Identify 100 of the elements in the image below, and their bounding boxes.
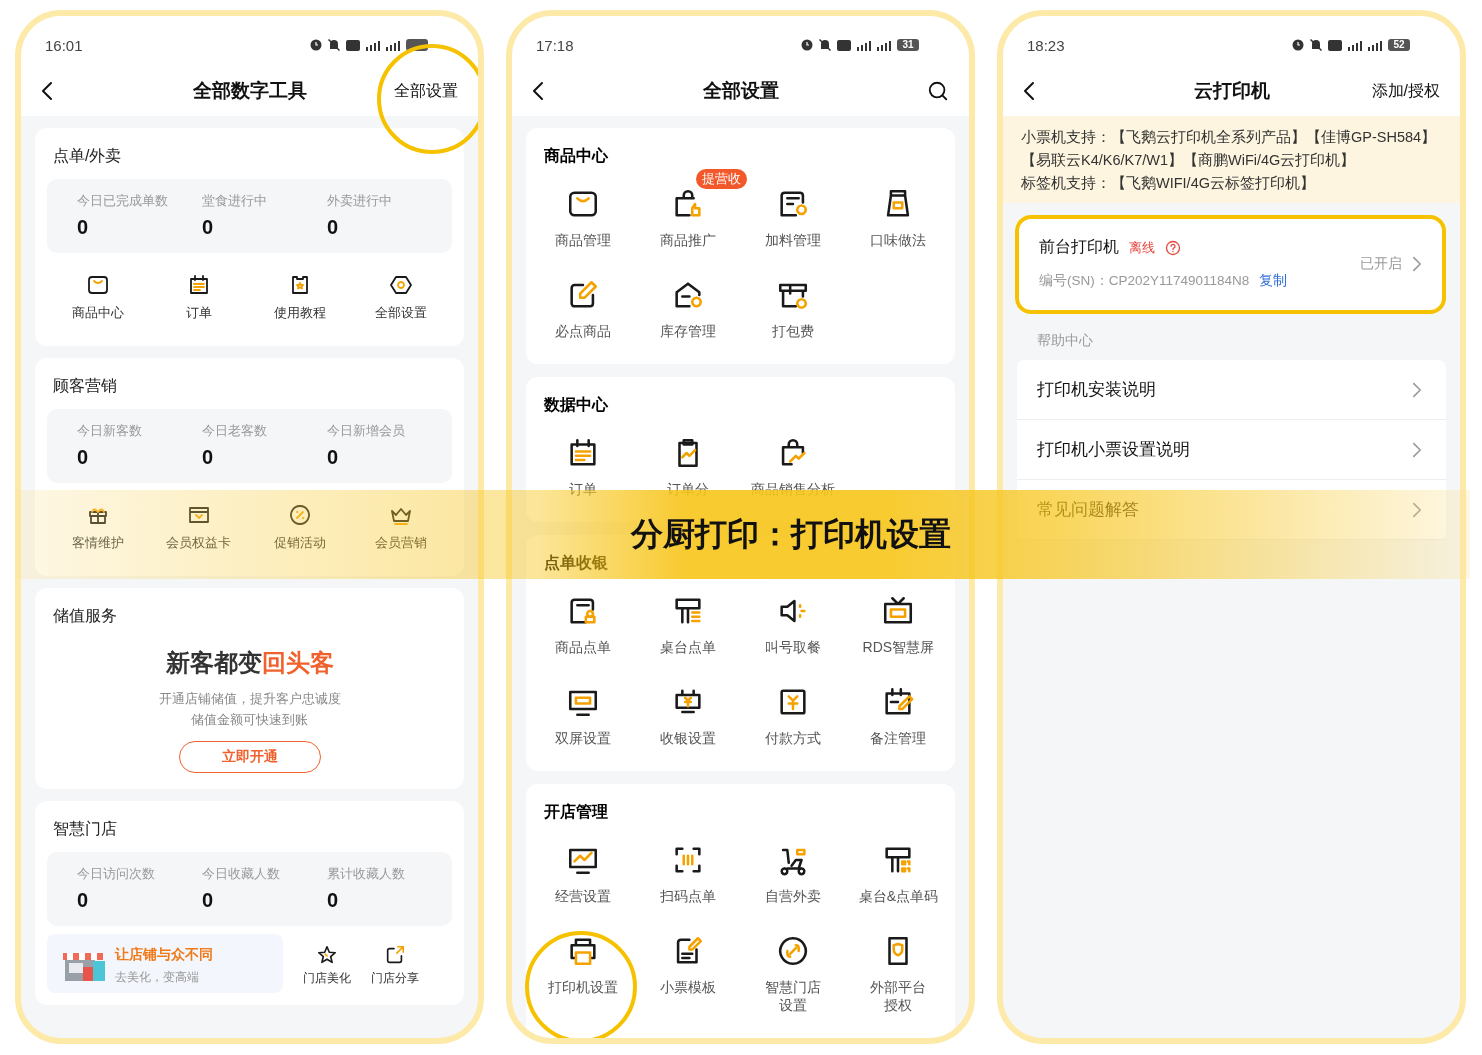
settings-item[interactable]: 扫码点单 [655,837,720,919]
help-item[interactable]: 打印机安装说明 [1017,360,1446,420]
settings-item[interactable]: 外部平台 授权 [866,928,931,1028]
section-title: 智慧门店 [52,819,118,839]
help-item[interactable]: 打印机小票设置说明 [1017,420,1446,480]
section-title: 开店管理 [543,802,609,822]
printer-card[interactable]: 前台打印机 离线 编号(SN)：CP202Y1174901184N8 复制 已开启 [1015,215,1446,314]
page-title: 全部数字工具 [192,79,307,103]
settings-item[interactable]: 双屏设置 [550,679,615,761]
header-action-link[interactable]: 全部设置 [394,80,458,102]
settings-item[interactable]: 自营外卖 [761,837,826,919]
stat-label: 今日老客数 [202,423,267,440]
section-title: 商品中心 [543,146,609,166]
tool-button[interactable]: 门店美化 [303,938,351,989]
settings-item[interactable]: 桌台点单 [655,588,720,670]
signal-icon [366,39,380,51]
stat-value: 0 [202,216,214,239]
banner-title: 分厨打印：打印机设置 [630,514,951,554]
settings-item[interactable]: 商品点单 [550,588,615,670]
chevron-icon [1412,381,1422,398]
settings-item[interactable]: 必点商品 [550,272,615,354]
search-icon[interactable] [927,80,949,102]
stat-value: 0 [77,889,89,912]
tool-button[interactable]: 使用教程 [274,271,327,324]
tool-button[interactable]: 订单 [185,271,212,324]
section-title: 储值服务 [52,606,118,626]
section-title: 点单收银 [543,553,609,573]
settings-item[interactable]: 小票模板 [655,928,720,1028]
stat-label: 今日访问次数 [77,866,155,883]
promo-subtitle: 去美化，变高端 [115,970,200,985]
stat-value: 0 [77,216,89,239]
settings-item[interactable]: 口味做法 [866,181,931,263]
hd-icon [837,39,851,51]
star-icon [316,944,338,966]
signal-icon [857,39,871,51]
settings-item[interactable]: 打印机设置 [543,928,622,1028]
section-title: 帮助中心 [1036,331,1094,350]
header-action-link[interactable]: 添加/授权 [1371,80,1440,102]
tool-button[interactable]: 会员权益卡 [166,501,232,554]
chevron-icon [1412,255,1422,272]
tool-button[interactable]: 促销活动 [274,501,327,554]
status-time: 17:18 [536,36,574,54]
tool-button[interactable]: 会员营销 [375,501,428,554]
settings-item[interactable]: 收银设置 [655,679,720,761]
page-title: 云打印机 [1193,79,1270,103]
hd-icon [346,39,360,51]
back-icon[interactable] [41,81,53,101]
status-time: 16:01 [45,36,83,54]
stat-value: 0 [327,216,339,239]
status-time: 18:23 [1027,36,1065,54]
settings-item[interactable]: RDS智慧屏 [858,588,939,670]
back-icon[interactable] [1023,81,1035,101]
settings-item[interactable]: 经营设置 [550,837,615,919]
tool-button[interactable]: 客情维护 [71,501,124,554]
mute-icon [819,39,831,51]
printer-status: 离线 [1129,238,1155,257]
back-icon[interactable] [532,81,544,101]
stat-value: 0 [202,889,214,912]
stat-label: 外卖进行中 [327,193,392,210]
settings-item[interactable]: 付款方式 [761,679,826,761]
copy-link[interactable]: 复制 [1259,272,1288,290]
section-title: 点单/外卖 [52,146,123,166]
alarm-icon [310,39,322,51]
stat-value: 0 [327,889,339,912]
promo-text: 开通店铺储值，提升客户忠诚度 [158,691,341,708]
help-icon[interactable] [1165,239,1181,256]
tool-button[interactable]: 全部设置 [375,271,428,324]
notice-text: 标签机支持：【飞鹅WIFI/4G云标签打印机】 [1021,174,1316,193]
settings-item[interactable]: 智慧门店 设置 [761,928,826,1028]
percent-icon [288,503,313,527]
promo-headline: 新客都变回头客 [165,648,334,678]
settings-item[interactable]: 桌台&点单码 [854,837,943,919]
battery-icon: 31 [897,39,919,51]
alarm-icon [1292,39,1304,51]
tool-button[interactable]: 门店分享 [371,938,419,989]
chevron-icon [1412,441,1422,458]
settings-item[interactable]: 商品管理 [550,181,615,263]
tool-button[interactable]: 商品中心 [71,271,124,324]
promo-text: 储值金额可快速到账 [191,712,308,729]
alarm-icon [801,39,813,51]
stat-value: 0 [327,446,339,469]
settings-item[interactable]: 库存管理 [655,272,720,354]
settings-item[interactable]: 打包费 [768,272,819,354]
settings-item[interactable]: 备注管理 [866,679,931,761]
signal-icon [386,39,400,51]
section-title: 顾客营销 [52,376,118,396]
stat-label: 今日新增会员 [327,423,405,440]
page-title: 全部设置 [702,79,779,103]
stat-value: 0 [77,446,89,469]
serial-number: 编号(SN)：CP202Y1174901184N8 [1039,272,1250,290]
settings-item[interactable]: 叫号取餐 [761,588,826,670]
promo-title: 让店铺与众不同 [115,946,213,964]
settings-item[interactable]: 加料管理 [761,181,826,263]
mute-icon [1310,39,1322,51]
stat-label: 今日新客数 [77,423,142,440]
notice-text: 小票机支持：【飞鹅云打印机全系列产品】【佳博GP-SH584】【易联云K4/K6/K7/W1】【商鹏WiFi/4G云打印机】 [1021,128,1438,170]
settings-icon [389,273,414,297]
stat-value: 0 [202,446,214,469]
printer-name: 前台打印机 [1039,237,1119,257]
promo-badge: 提营收 [696,169,748,189]
